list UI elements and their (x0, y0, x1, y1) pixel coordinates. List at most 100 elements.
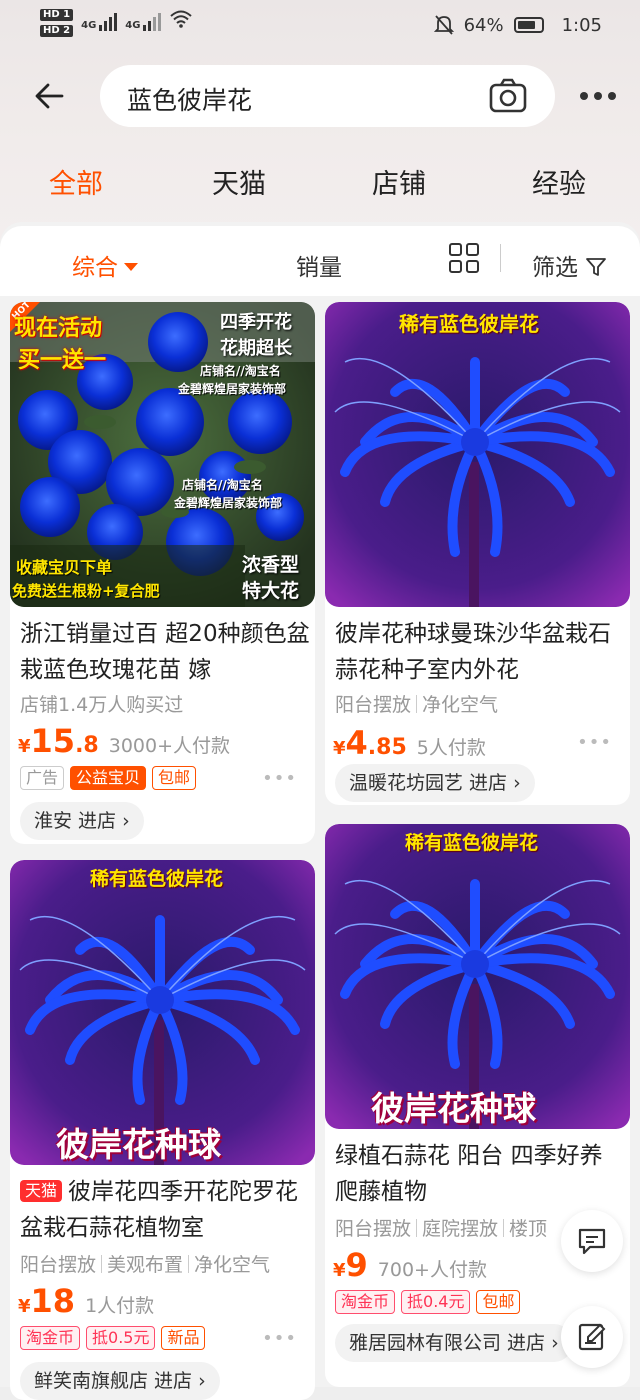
tab-experience[interactable]: 经验 (532, 162, 586, 201)
chevron-right-icon: › (198, 1370, 206, 1392)
filter-label: 筛选 (532, 255, 578, 281)
search-input[interactable]: 蓝色彼岸花 (127, 81, 252, 117)
product-image: 稀有蓝色彼岸花 彼岸花种球 (325, 824, 630, 1129)
hd-indicator: HD 1 HD 2 (40, 9, 74, 41)
hd1-label: HD 1 (40, 9, 74, 21)
attr-item: 美观布置 (107, 1254, 184, 1276)
product-card[interactable]: 稀有蓝色彼岸花 彼岸花种球 天猫 彼岸花四季开花陀罗花盆栽石蒜花植物室 阳台摆放美… (10, 860, 315, 1400)
product-card[interactable]: 稀有蓝色彼岸花 彼岸花种球曼珠沙华盆栽石蒜花种子室内外花 阳台摆放 净化空气 ¥4… (325, 302, 630, 805)
tag-row: 淘金币 抵0.4元 包邮 (335, 1290, 521, 1314)
more-dots-icon[interactable]: ••• (577, 732, 612, 753)
hd2-label: HD 2 (40, 25, 74, 37)
signal-icon-1: 4G (81, 9, 118, 31)
tag-row: 广告 公益宝贝 包邮 (20, 766, 197, 790)
tab-tmall[interactable]: 天猫 (212, 162, 266, 201)
shop-link[interactable]: 淮安 进店 › (20, 802, 144, 840)
price-decimal: .8 (75, 733, 99, 758)
funnel-icon (586, 258, 607, 276)
product-image: 稀有蓝色彼岸花 彼岸花种球 (10, 860, 315, 1165)
tab-all[interactable]: 全部 (49, 162, 103, 201)
status-bar: HD 1 HD 2 4G 4G 64% 1:05 (0, 0, 640, 54)
net1-label: 4G (81, 20, 97, 31)
more-dots-icon[interactable]: ••• (262, 768, 297, 789)
battery-percent: 64% (463, 14, 504, 36)
coin-tag: 淘金币 (335, 1290, 396, 1314)
product-card[interactable]: HOT 现在活动 买一送一 四季开花 花期超长 店铺名//淘宝名 金碧辉煌居家装… (10, 302, 315, 844)
sort-comprehensive-label: 综合 (72, 255, 118, 281)
product-price: ¥4.85 5人付款 (333, 724, 486, 762)
sort-sales[interactable]: 销量 (296, 248, 342, 282)
tmall-badge: 天猫 (20, 1180, 63, 1202)
price-integer: 18 (30, 1282, 76, 1320)
attr-item: 净化空气 (422, 694, 499, 716)
product-image: 稀有蓝色彼岸花 (325, 302, 630, 607)
sold-count: 5人付款 (416, 737, 486, 759)
poster-promo1: 现在活动 (14, 316, 103, 341)
poster-shop3: 店铺名//淘宝名 (182, 478, 263, 492)
wifi-icon (170, 10, 193, 28)
sold-count: 700+人付款 (377, 1259, 487, 1281)
price-integer: 4 (345, 724, 368, 762)
caret-down-icon (124, 262, 138, 271)
discount-tag: 抵0.5元 (86, 1326, 156, 1350)
charity-tag: 公益宝贝 (70, 766, 147, 790)
price-integer: 15 (30, 722, 76, 760)
signal-icon-2: 4G (125, 9, 162, 31)
poster-shop1: 店铺名//淘宝名 (200, 364, 281, 378)
tab-shops[interactable]: 店铺 (372, 162, 426, 201)
attr-item: 庭院摆放 (422, 1218, 499, 1240)
product-card[interactable]: 稀有蓝色彼岸花 彼岸花种球 绿植石蒜花 阳台 四季好养爬藤植物 阳台摆放 庭院摆放… (325, 824, 630, 1387)
sort-comprehensive[interactable]: 综合 (72, 248, 138, 282)
poster-top: 稀有蓝色彼岸花 (90, 868, 224, 890)
shop-link-label: 淮安 进店 (34, 810, 117, 832)
search-box[interactable]: 蓝色彼岸花 (100, 65, 555, 127)
chat-bubble-icon (578, 1228, 606, 1255)
shop-link[interactable]: 温暖花坊园艺 进店 › (335, 764, 535, 802)
divider (500, 244, 501, 272)
coin-tag: 淘金币 (20, 1326, 81, 1350)
product-title[interactable]: 绿植石蒜花 阳台 四季好养爬藤植物 (335, 1138, 625, 1210)
attr-separator (188, 1255, 190, 1273)
poster-top: 稀有蓝色彼岸花 (405, 832, 539, 854)
attr-item: 阳台摆放 (335, 694, 412, 716)
attr-item: 阳台摆放 (335, 1218, 412, 1240)
chat-button[interactable] (561, 1210, 623, 1272)
poster-season: 四季开花 (220, 312, 292, 333)
poster-bloom: 花期超长 (220, 338, 292, 359)
product-attrs: 阳台摆放 美观布置 净化空气 (20, 1250, 270, 1277)
poster-promo2: 买一送一 (18, 348, 107, 373)
poster-bottom1: 收藏宝贝下单 (16, 558, 113, 577)
poster-shop4: 金碧辉煌居家装饰部 (174, 496, 283, 510)
grid-view-icon[interactable] (448, 242, 480, 274)
chevron-right-icon: › (122, 810, 130, 832)
shop-link-label: 鲜笑南旗舰店 进店 (34, 1370, 193, 1392)
product-title[interactable]: 彼岸花种球曼珠沙华盆栽石蒜花种子室内外花 (335, 616, 625, 688)
shop-link[interactable]: 雅居园林有限公司 进店 › (335, 1324, 573, 1362)
attr-separator (416, 1219, 418, 1237)
more-options-icon[interactable] (578, 84, 618, 108)
sold-count: 1人付款 (85, 1295, 155, 1317)
product-subtitle: 店铺1.4万人购买过 (20, 694, 184, 716)
more-dots-icon[interactable]: ••• (262, 1328, 297, 1349)
new-tag: 新品 (161, 1326, 206, 1350)
price-decimal: .85 (367, 735, 407, 760)
shop-link[interactable]: 鲜笑南旗舰店 进店 › (20, 1362, 220, 1400)
product-price: ¥15.8 3000+人付款 (18, 722, 230, 760)
filter-button[interactable]: 筛选 (532, 248, 607, 282)
poster-right1: 浓香型 (242, 554, 300, 576)
attr-separator (416, 695, 418, 713)
feedback-button[interactable] (561, 1306, 623, 1368)
product-title[interactable]: 天猫 彼岸花四季开花陀罗花盆栽石蒜花植物室 (20, 1174, 310, 1246)
camera-icon[interactable] (489, 78, 527, 114)
chevron-right-icon: › (513, 772, 521, 794)
product-image: HOT 现在活动 买一送一 四季开花 花期超长 店铺名//淘宝名 金碧辉煌居家装… (10, 302, 315, 607)
back-arrow-icon[interactable] (32, 78, 68, 114)
attr-item: 阳台摆放 (20, 1254, 97, 1276)
ad-tag: 广告 (20, 766, 65, 790)
chevron-right-icon: › (551, 1332, 559, 1354)
shop-link-label: 温暖花坊园艺 进店 (349, 772, 508, 794)
poster-shop2: 金碧辉煌居家装饰部 (178, 382, 287, 396)
poster-bottom: 彼岸花种球 (56, 1125, 221, 1164)
product-attrs: 阳台摆放 庭院摆放 楼顶 (335, 1214, 547, 1241)
product-title[interactable]: 浙江销量过百 超20种颜色盆栽蓝色玫瑰花苗 嫁 (20, 616, 310, 688)
